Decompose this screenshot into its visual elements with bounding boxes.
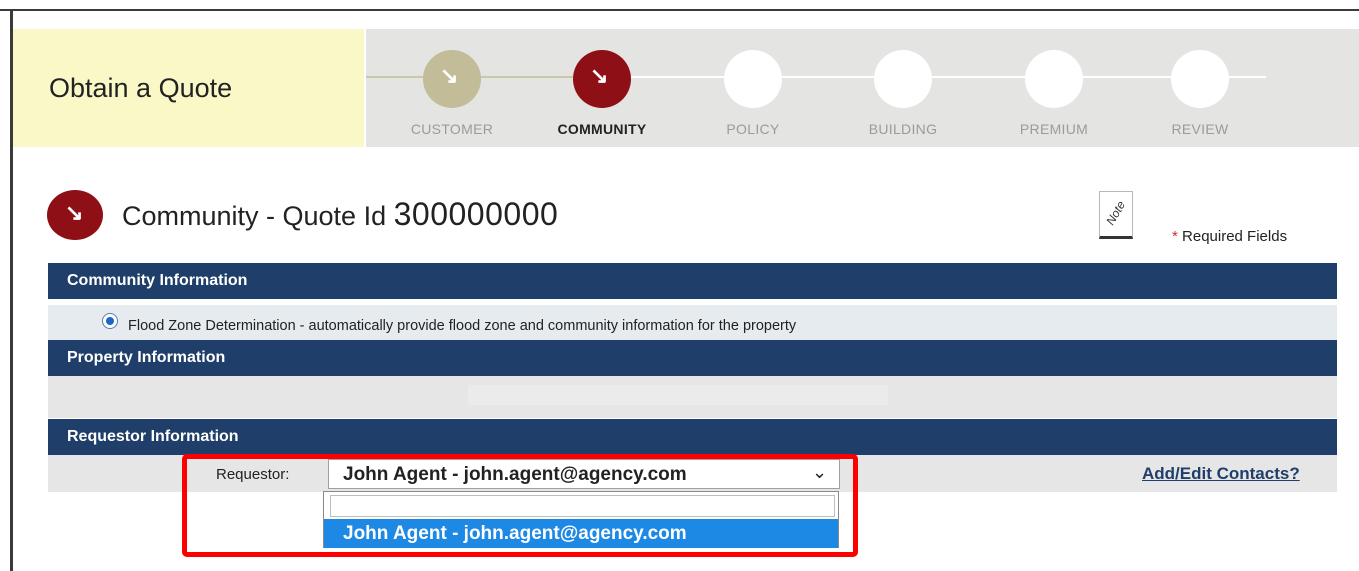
flood-zone-row: Flood Zone Determination - automatically… — [48, 305, 1337, 340]
page-title: Community - Quote Id 300000000 — [122, 196, 558, 233]
required-star: * — [1172, 228, 1178, 245]
community-step-icon: ↘ — [47, 190, 103, 240]
step-label-premium: PREMIUM — [1019, 121, 1089, 137]
step-review[interactable] — [1171, 50, 1229, 108]
note-icon[interactable]: Note — [1099, 191, 1133, 239]
property-info-row — [48, 376, 1337, 418]
required-fields-label: Required Fields — [1182, 228, 1288, 245]
header-title-panel: Obtain a Quote — [13, 29, 364, 147]
note-icon-label: Note — [1103, 198, 1129, 228]
step-label-customer: CUSTOMER — [410, 121, 494, 137]
step-community[interactable]: ↘ — [573, 50, 631, 108]
progress-track-remaining — [616, 76, 1266, 78]
progress-steps: ↘ ↘ CUSTOMER COMMUNITY POLICY BUILDING P… — [366, 29, 1359, 147]
window-top-border — [0, 0, 1359, 11]
step-policy[interactable] — [724, 50, 782, 108]
arrow-down-right-icon: ↘ — [65, 200, 84, 225]
step-label-policy: POLICY — [726, 121, 780, 137]
step-label-community: COMMUNITY — [557, 121, 647, 137]
section-header-requestor: Requestor Information — [48, 419, 1337, 455]
arrow-down-right-icon: ↘ — [440, 63, 459, 88]
section-header-property: Property Information — [48, 340, 1337, 376]
flood-zone-label: Flood Zone Determination - automatically… — [128, 318, 797, 334]
radio-selected-dot — [106, 317, 114, 325]
annotation-highlight-box — [182, 454, 858, 557]
header-title: Obtain a Quote — [49, 73, 233, 103]
step-customer[interactable]: ↘ — [423, 50, 481, 108]
flood-zone-radio[interactable] — [102, 313, 118, 329]
arrow-down-right-icon: ↘ — [590, 63, 609, 88]
step-label-building: BUILDING — [868, 121, 938, 137]
step-premium[interactable] — [1025, 50, 1083, 108]
add-edit-contacts-link[interactable]: Add/Edit Contacts? — [1142, 464, 1300, 484]
quote-id: 300000000 — [393, 196, 559, 232]
redacted-content — [468, 385, 888, 405]
step-building[interactable] — [874, 50, 932, 108]
step-label-review: REVIEW — [1171, 121, 1229, 137]
required-fields-note: * Required Fields — [1172, 228, 1287, 245]
section-header-community: Community Information — [48, 263, 1337, 299]
page-title-prefix: Community - Quote Id — [122, 201, 387, 231]
